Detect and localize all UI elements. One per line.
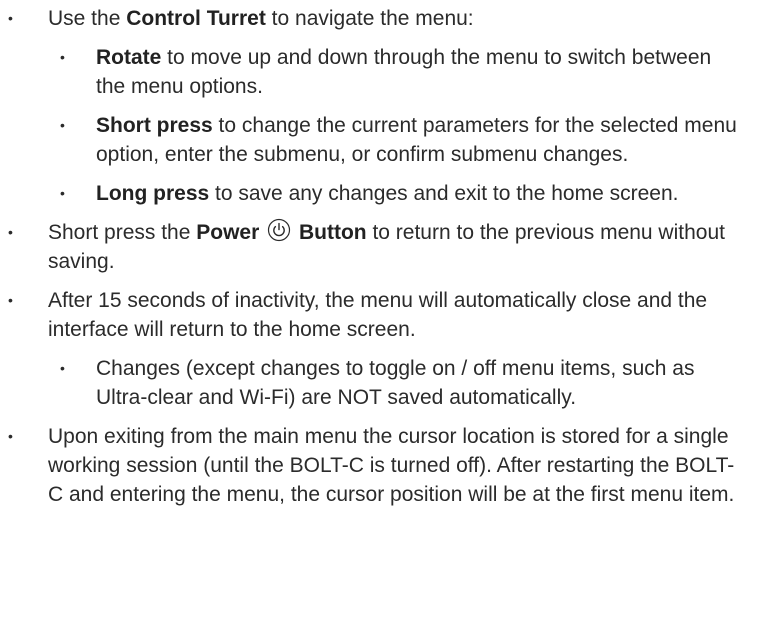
control-turret-sublist: Rotate to move up and down through the m… [48, 43, 745, 208]
item-text: to save any changes and exit to the home… [209, 182, 679, 205]
item-bold: Long press [96, 182, 210, 205]
item-text: to move up and down through the menu to … [96, 46, 712, 98]
power-icon [267, 218, 291, 242]
item-bold: Control Turret [126, 7, 266, 30]
item-bold: Power [196, 221, 260, 244]
list-item-power-button: Short press the Power Button to return t… [0, 218, 745, 276]
list-item-cursor-location: Upon exiting from the main menu the curs… [0, 422, 745, 509]
list-item-control-turret: Use the Control Turret to navigate the m… [0, 4, 745, 208]
item-text: Changes (except changes to toggle on / o… [96, 357, 695, 409]
item-text: Upon exiting from the main menu the curs… [48, 425, 735, 506]
sublist-item-rotate: Rotate to move up and down through the m… [48, 43, 745, 101]
sublist-item-changes: Changes (except changes to toggle on / o… [48, 354, 745, 412]
item-text: After 15 seconds of inactivity, the menu… [48, 289, 708, 341]
item-text: Use the [48, 7, 127, 30]
list-item-inactivity: After 15 seconds of inactivity, the menu… [0, 286, 745, 412]
item-bold: Button [298, 221, 367, 244]
item-text: Short press the [48, 221, 197, 244]
sublist-item-long-press: Long press to save any changes and exit … [48, 179, 745, 208]
instruction-list: Use the Control Turret to navigate the m… [0, 4, 745, 509]
item-text: to navigate the menu: [265, 7, 474, 30]
item-bold: Short press [96, 114, 213, 137]
sublist-item-short-press: Short press to change the current parame… [48, 111, 745, 169]
inactivity-sublist: Changes (except changes to toggle on / o… [48, 354, 745, 412]
instructions-document: Use the Control Turret to navigate the m… [0, 0, 763, 509]
item-bold: Rotate [96, 46, 162, 69]
